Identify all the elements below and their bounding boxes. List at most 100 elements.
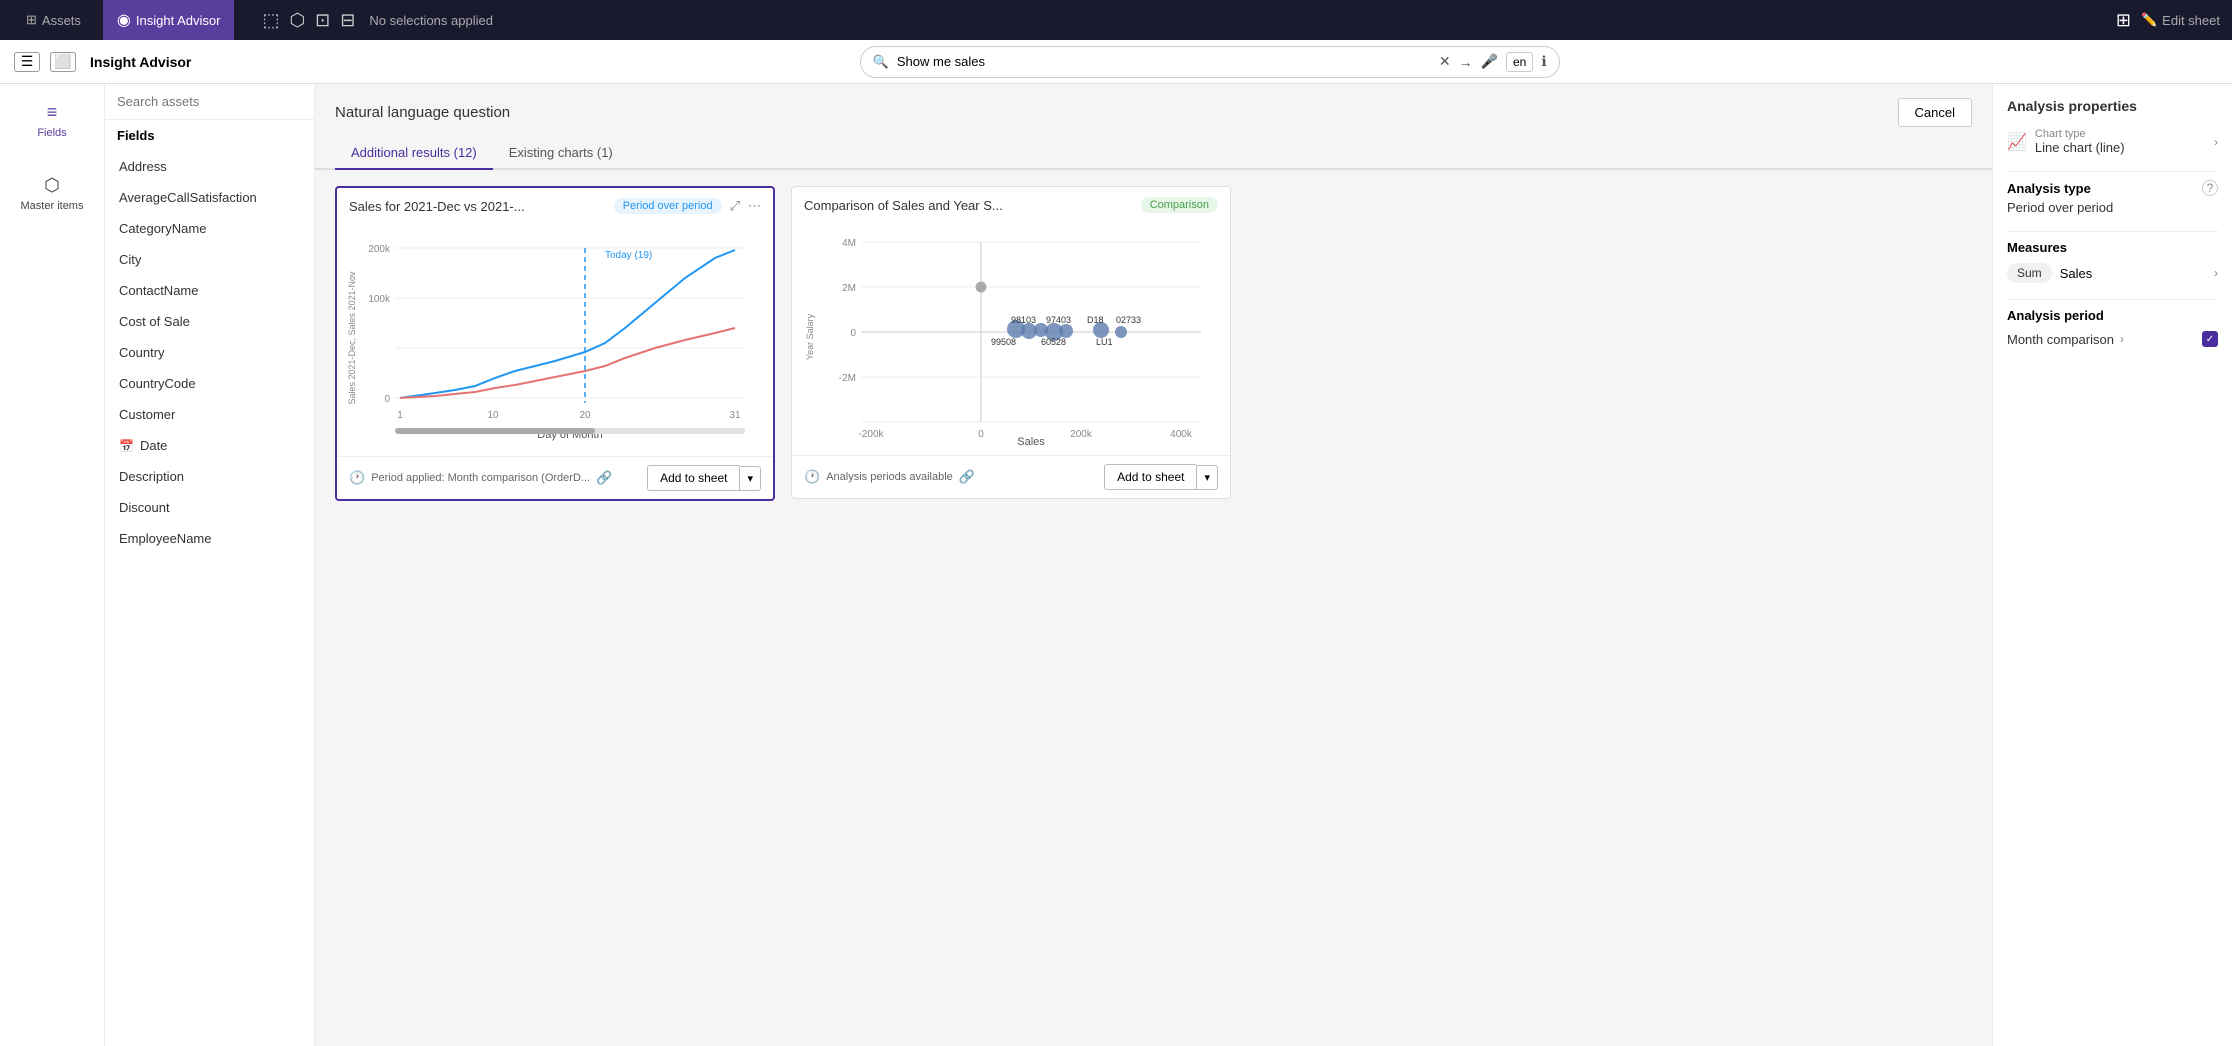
field-item-category[interactable]: CategoryName (105, 213, 314, 244)
toolbar-title: Insight Advisor (90, 54, 191, 70)
advisor-tab[interactable]: ◉ Insight Advisor (103, 0, 235, 40)
master-items-icon: ⬡ (44, 175, 60, 196)
chart-2-footer: 🕐 Analysis periods available 🔗 Add to sh… (792, 455, 1230, 498)
analysis-type-help[interactable]: ? (2202, 180, 2218, 196)
svg-text:20: 20 (579, 410, 591, 421)
chart-type-label: Chart type (2035, 128, 2125, 140)
tab-existing-charts[interactable]: Existing charts (1) (493, 137, 629, 170)
link-icon[interactable]: 🔗 (596, 470, 612, 486)
field-item-employee[interactable]: EmployeeName (105, 523, 314, 554)
link-icon-2[interactable]: 🔗 (959, 469, 975, 485)
svg-text:0: 0 (384, 394, 390, 405)
field-label: Address (119, 159, 167, 174)
chart-2-add-sheet: Add to sheet ▾ (1104, 464, 1218, 490)
search-input[interactable] (897, 54, 1427, 69)
add-sheet-button-2[interactable]: Add to sheet (1104, 464, 1196, 490)
field-item-costofsale[interactable]: Cost of Sale (105, 306, 314, 337)
analysis-type-value: Period over period (2007, 200, 2113, 215)
grid-icon[interactable]: ⊞ (2116, 10, 2131, 31)
field-item-countrycode[interactable]: CountryCode (105, 368, 314, 399)
clock-icon-2: 🕐 (804, 469, 820, 485)
cancel-button[interactable]: Cancel (1898, 98, 1972, 127)
month-comparison-checkbox[interactable]: ✓ (2202, 331, 2218, 347)
chart-card-1: Sales for 2021-Dec vs 2021-... Period ov… (335, 186, 775, 501)
chart-1-header: Sales for 2021-Dec vs 2021-... Period ov… (337, 188, 773, 224)
expand-icon[interactable]: ⤢ (730, 198, 740, 214)
analysis-period-heading: Analysis period (2007, 308, 2218, 323)
lasso-tool-icon[interactable]: ⬡ (289, 10, 305, 31)
tab-additional-results[interactable]: Additional results (12) (335, 137, 493, 170)
field-item-discount[interactable]: Discount (105, 492, 314, 523)
measures-chevron[interactable]: › (2214, 266, 2218, 280)
fields-search-input[interactable] (117, 94, 302, 109)
analysis-type-section: Analysis type ? Period over period (2007, 180, 2218, 215)
add-sheet-dropdown-1[interactable]: ▾ (739, 466, 761, 491)
search-bar: 🔍 ✕ → 🎤 en ℹ (860, 46, 1560, 78)
info-icon[interactable]: ℹ (1541, 53, 1546, 70)
toolbar: ☰ ⬜ Insight Advisor 🔍 ✕ → 🎤 en ℹ (0, 40, 2232, 84)
content-title: Natural language question (335, 104, 510, 121)
svg-text:02733: 02733 (1116, 315, 1141, 325)
chart-2-badge: Comparison (1141, 197, 1218, 213)
svg-text:2M: 2M (842, 283, 856, 294)
scatter-chart-svg: 4M 2M 0 -2M -200k 0 200k 400k Sales (800, 227, 1222, 447)
field-item-address[interactable]: Address (105, 151, 314, 182)
edit-sheet-button[interactable]: ✏️ Edit sheet (2141, 12, 2220, 28)
assets-label: Assets (42, 13, 81, 28)
field-label: Description (119, 469, 184, 484)
right-panel-title: Analysis properties (2007, 98, 2218, 114)
assets-tab[interactable]: ⊞ Assets (12, 0, 95, 40)
brush-tool-icon[interactable]: ⊟ (340, 10, 355, 31)
field-item-date[interactable]: 📅 Date (105, 430, 314, 461)
chart-1-body: 200k 100k 0 1 10 20 31 Day of Month Sale… (337, 224, 773, 456)
field-item-city[interactable]: City (105, 244, 314, 275)
svg-text:LU1: LU1 (1096, 337, 1113, 347)
sidebar-item-master-items[interactable]: ⬡ Master items (13, 167, 92, 220)
add-sheet-button-1[interactable]: Add to sheet (647, 465, 739, 491)
field-item-contact[interactable]: ContactName (105, 275, 314, 306)
mic-icon[interactable]: 🎤 (1481, 53, 1498, 70)
svg-text:97403: 97403 (1046, 315, 1071, 325)
chart-2-footer-left: 🕐 Analysis periods available 🔗 (804, 469, 975, 485)
clear-search-icon[interactable]: ✕ (1439, 53, 1451, 70)
field-label: Cost of Sale (119, 314, 190, 329)
search-icon: 🔍 (873, 54, 889, 70)
chart-1-add-sheet: Add to sheet ▾ (647, 465, 761, 491)
clock-icon: 🕐 (349, 470, 365, 486)
forward-icon[interactable]: → (1459, 54, 1473, 70)
content-header: Natural language question Cancel (315, 84, 1992, 127)
field-item-avgcall[interactable]: AverageCallSatisfaction (105, 182, 314, 213)
sidebar-toggle-2[interactable]: ⬜ (50, 52, 76, 72)
add-sheet-dropdown-2[interactable]: ▾ (1196, 465, 1218, 490)
more-options-icon[interactable]: ⋯ (748, 198, 761, 214)
sidebar-toggle-1[interactable]: ☰ (14, 52, 40, 72)
zoom-tool-icon[interactable]: ⊡ (315, 10, 330, 31)
svg-text:400k: 400k (1170, 429, 1193, 440)
chart-2-svg-container: 4M 2M 0 -2M -200k 0 200k 400k Sales (800, 227, 1222, 447)
chart-type-chevron[interactable]: › (2214, 135, 2218, 149)
field-item-description[interactable]: Description (105, 461, 314, 492)
svg-text:31: 31 (729, 410, 741, 421)
chart-1-footer: 🕐 Period applied: Month comparison (Orde… (337, 456, 773, 499)
field-item-country[interactable]: Country (105, 337, 314, 368)
field-label: AverageCallSatisfaction (119, 190, 257, 205)
sidebar-item-fields[interactable]: ≡ Fields (29, 94, 74, 147)
chart-1-title: Sales for 2021-Dec vs 2021-... (349, 199, 606, 214)
field-label: Date (140, 438, 167, 453)
field-label: City (119, 252, 141, 267)
svg-text:99508: 99508 (991, 337, 1016, 347)
field-item-customer[interactable]: Customer (105, 399, 314, 430)
chart-type-section: 📈 Chart type Line chart (line) › (2007, 128, 2218, 155)
chart-type-value: Line chart (line) (2035, 140, 2125, 155)
main-layout: ≡ Fields ⬡ Master items Fields Address A… (0, 84, 2232, 1046)
top-bar-right: ⊞ ✏️ Edit sheet (2116, 10, 2220, 31)
measures-section: Measures Sum Sales › (2007, 240, 2218, 283)
svg-text:200k: 200k (1070, 429, 1093, 440)
advisor-label: Insight Advisor (136, 13, 221, 28)
month-comparison-chevron[interactable]: › (2120, 332, 2124, 346)
language-selector[interactable]: en (1506, 52, 1533, 72)
svg-text:Sales 2021-Dec, Sales 2021-Nov: Sales 2021-Dec, Sales 2021-Nov (347, 271, 357, 405)
field-label: Customer (119, 407, 175, 422)
select-tool-icon[interactable]: ⬚ (262, 10, 279, 31)
field-label: ContactName (119, 283, 198, 298)
